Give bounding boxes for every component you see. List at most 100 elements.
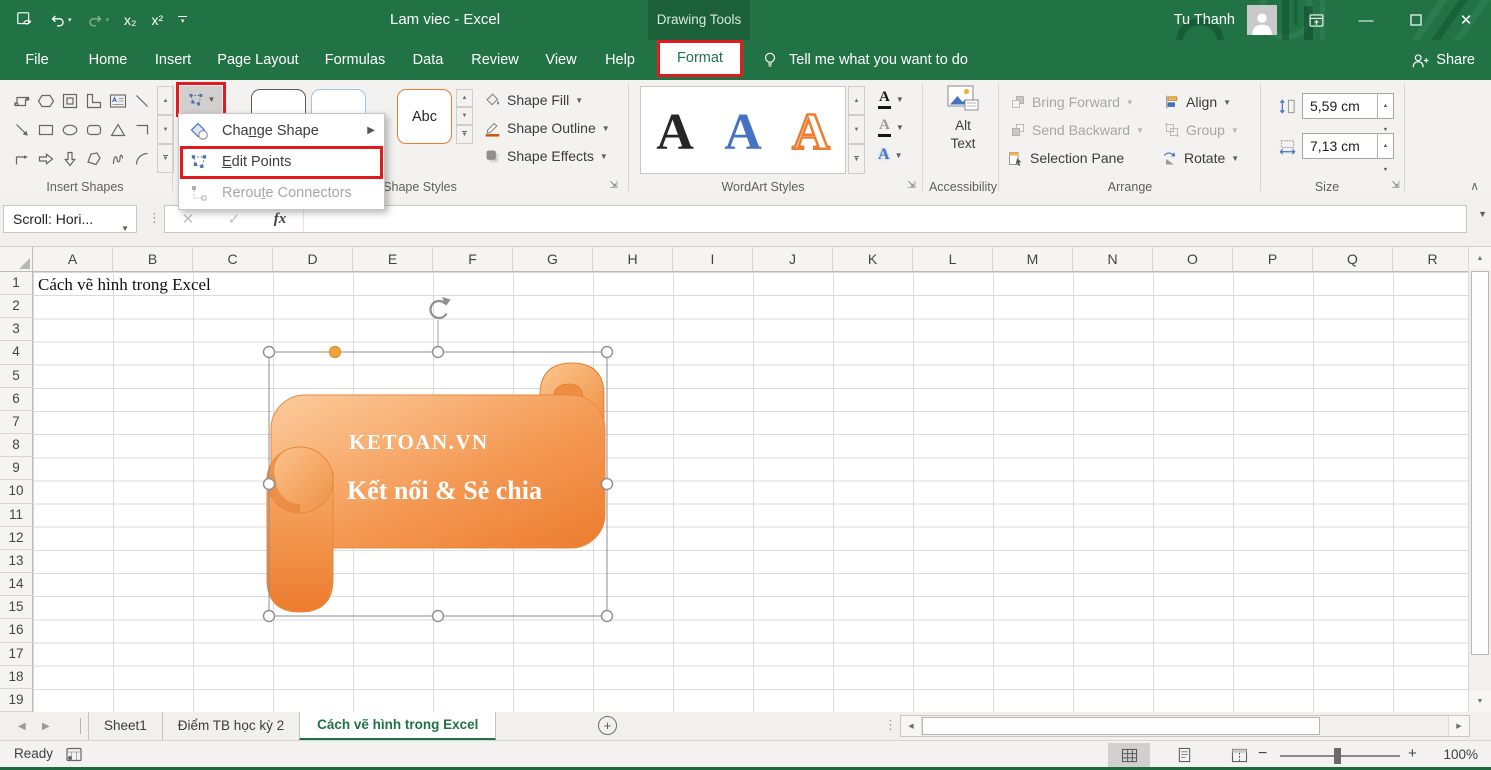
- row-header-7[interactable]: 7: [0, 410, 33, 435]
- tab-formulas[interactable]: Formulas: [319, 40, 391, 80]
- tab-home[interactable]: Home: [83, 40, 134, 80]
- superscript-button[interactable]: x²: [151, 12, 163, 28]
- row-header-19[interactable]: 19: [0, 688, 33, 712]
- row-header-4[interactable]: 4: [0, 341, 33, 365]
- shape-text-line2[interactable]: Kết nối & Sẻ chia: [347, 476, 542, 506]
- shape-text-line1[interactable]: KETOAN.VN: [349, 430, 489, 455]
- tab-insert[interactable]: Insert: [149, 40, 197, 80]
- wordart-down-icon[interactable]: ▼: [848, 115, 865, 144]
- shape-oval-icon[interactable]: [58, 115, 82, 144]
- group-button[interactable]: Group ▼: [1164, 118, 1239, 142]
- sheet-tab-sheet1[interactable]: Sheet1: [88, 712, 162, 740]
- subscript-button[interactable]: x₂: [124, 12, 136, 28]
- text-outline-button[interactable]: A ▼: [878, 115, 904, 139]
- column-header-Q[interactable]: Q: [1313, 247, 1393, 272]
- shape-rectangle-icon[interactable]: [34, 115, 58, 144]
- tab-splitter[interactable]: ⋮: [884, 717, 897, 733]
- wordart-more-icon[interactable]: ▼: [848, 144, 865, 174]
- text-fill-button[interactable]: A ▼: [878, 87, 904, 111]
- horizontal-scrollbar[interactable]: ◀ ▶: [900, 715, 1470, 737]
- scroll-left-icon[interactable]: ◀: [901, 716, 922, 736]
- handle-middle-right[interactable]: [600, 477, 614, 491]
- height-spinner[interactable]: ▲ ▼: [1377, 94, 1393, 133]
- column-header-R[interactable]: R: [1393, 247, 1468, 272]
- bring-forward-button[interactable]: Bring Forward ▼: [1010, 90, 1134, 114]
- collapse-ribbon-icon[interactable]: ∧: [1470, 179, 1479, 193]
- handle-top-left[interactable]: [262, 345, 276, 359]
- macro-record-icon[interactable]: [66, 747, 83, 762]
- tab-file[interactable]: File: [19, 40, 54, 80]
- cancel-formula-icon[interactable]: ✕: [165, 210, 211, 228]
- tab-review[interactable]: Review: [465, 40, 525, 80]
- column-header-B[interactable]: B: [113, 247, 193, 272]
- selection-pane-button[interactable]: Selection Pane: [1007, 146, 1124, 170]
- column-header-E[interactable]: E: [353, 247, 433, 272]
- tab-page-layout[interactable]: Page Layout: [211, 40, 304, 80]
- tab-format[interactable]: Format: [657, 40, 743, 77]
- column-header-A[interactable]: A: [33, 247, 113, 272]
- column-header-C[interactable]: C: [193, 247, 273, 272]
- shape-freeform-icon[interactable]: [82, 144, 106, 173]
- row-header-11[interactable]: 11: [0, 503, 33, 527]
- shape-scroll-icon[interactable]: [10, 86, 34, 115]
- row-header-10[interactable]: 10: [0, 480, 33, 504]
- wordart-style-1[interactable]: A: [641, 87, 709, 173]
- select-all-corner[interactable]: [0, 247, 33, 272]
- horizontal-scroll-thumb[interactable]: [922, 717, 1320, 735]
- avatar[interactable]: [1247, 5, 1277, 35]
- adjust-handle[interactable]: [328, 345, 342, 359]
- scroll-right-icon[interactable]: ▶: [1448, 716, 1469, 736]
- column-header-G[interactable]: G: [513, 247, 593, 272]
- styles-up-icon[interactable]: ▲: [456, 89, 473, 107]
- maximize-button[interactable]: [1391, 0, 1441, 40]
- shape-arrow-icon[interactable]: [10, 115, 34, 144]
- handle-bottom-left[interactable]: [262, 609, 276, 623]
- cell-a1-text[interactable]: Cách vẽ hình trong Excel: [38, 275, 211, 295]
- tab-help[interactable]: Help: [599, 40, 641, 80]
- page-layout-view-button[interactable]: [1163, 743, 1205, 767]
- shape-elbow-connector-icon[interactable]: [130, 115, 154, 144]
- page-break-view-button[interactable]: [1218, 743, 1260, 767]
- shape-width-field[interactable]: 7,13 cm ▲ ▼: [1302, 133, 1394, 173]
- wordart-style-2[interactable]: A: [709, 87, 777, 173]
- zoom-level[interactable]: 100%: [1434, 747, 1478, 762]
- vertical-scrollbar[interactable]: ▲ ▼: [1468, 247, 1491, 712]
- shape-down-arrow-icon[interactable]: [58, 144, 82, 173]
- column-header-D[interactable]: D: [273, 247, 353, 272]
- alt-text-button[interactable]: Alt Text: [936, 85, 990, 163]
- row-header-6[interactable]: 6: [0, 387, 33, 411]
- close-button[interactable]: ✕: [1441, 0, 1491, 40]
- new-sheet-icon[interactable]: +: [598, 716, 617, 735]
- menu-item-reroute-connectors[interactable]: Reroute Connectors: [179, 177, 384, 208]
- column-header-F[interactable]: F: [433, 247, 513, 272]
- styles-down-icon[interactable]: ▼: [456, 107, 473, 125]
- rotate-button[interactable]: Rotate ▼: [1161, 146, 1239, 170]
- column-header-N[interactable]: N: [1073, 247, 1153, 272]
- column-header-K[interactable]: K: [833, 247, 913, 272]
- column-header-I[interactable]: I: [673, 247, 753, 272]
- enter-formula-icon[interactable]: ✓: [211, 210, 257, 228]
- shape-style-preview-3[interactable]: Abc: [397, 89, 452, 144]
- row-header-3[interactable]: 3: [0, 318, 33, 342]
- column-header-O[interactable]: O: [1153, 247, 1233, 272]
- normal-view-button[interactable]: [1108, 743, 1150, 767]
- scroll-down-icon[interactable]: ▼: [1469, 690, 1491, 712]
- next-sheet-icon[interactable]: ▶: [42, 721, 50, 732]
- zoom-in-icon[interactable]: +: [1408, 745, 1417, 762]
- menu-item-edit-points[interactable]: Edit Points: [179, 146, 384, 177]
- handle-middle-left[interactable]: [262, 477, 276, 491]
- undo-caret-icon[interactable]: ▾: [68, 16, 72, 24]
- column-header-P[interactable]: P: [1233, 247, 1313, 272]
- row-header-1[interactable]: 1: [0, 272, 33, 296]
- formula-bar-splitter[interactable]: ⋮: [148, 210, 161, 226]
- row-header-8[interactable]: 8: [0, 434, 33, 458]
- tab-view[interactable]: View: [539, 40, 582, 80]
- shape-hexagon-icon[interactable]: [34, 86, 58, 115]
- row-header-13[interactable]: 13: [0, 549, 33, 574]
- row-header-17[interactable]: 17: [0, 642, 33, 666]
- shape-height-field[interactable]: 5,59 cm ▲ ▼: [1302, 93, 1394, 133]
- tab-data[interactable]: Data: [407, 40, 450, 80]
- row-header-12[interactable]: 12: [0, 526, 33, 550]
- handle-top-center[interactable]: [431, 345, 445, 359]
- zoom-slider-thumb[interactable]: [1334, 748, 1341, 764]
